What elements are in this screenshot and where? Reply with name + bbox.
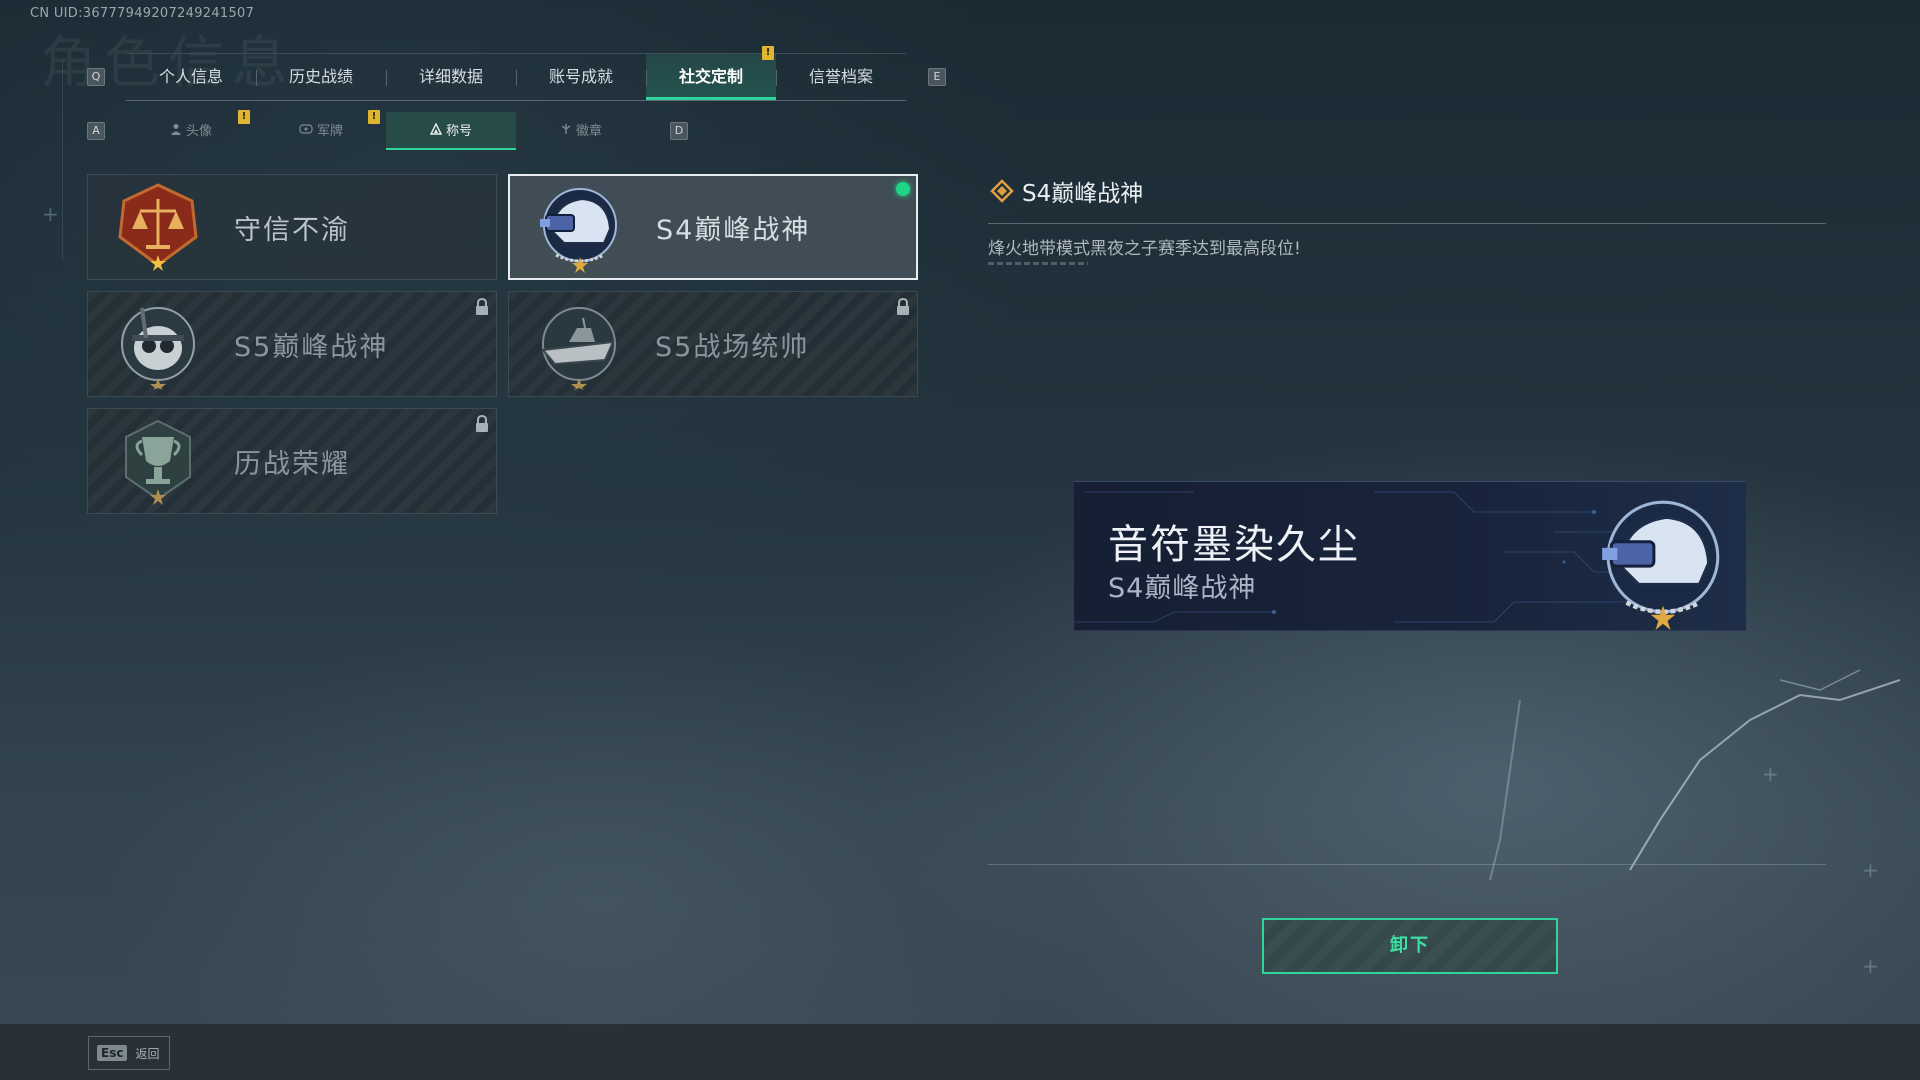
nameplate-preview: 音符墨染久尘 S4巅峰战神 xyxy=(1074,481,1746,631)
scales-emblem-icon xyxy=(112,181,204,273)
nightvision-helmet-emblem-icon xyxy=(534,181,626,273)
diver-skull-emblem-icon xyxy=(112,298,204,390)
sub-tab-label: 徽章 xyxy=(575,124,602,139)
equipped-indicator xyxy=(896,182,910,196)
lock-icon xyxy=(474,414,490,433)
notification-badge: ! xyxy=(238,110,250,124)
lock-icon xyxy=(895,297,911,316)
detail-divider xyxy=(988,223,1826,224)
preview-title: S4巅峰战神 xyxy=(1108,573,1257,604)
lock-icon xyxy=(474,297,490,316)
person-icon xyxy=(170,112,182,150)
notification-badge: ! xyxy=(368,110,380,124)
unequip-button[interactable]: 卸下 xyxy=(1262,918,1558,974)
title-card-name: S5战场统帅 xyxy=(655,331,810,363)
title-diamond-icon xyxy=(990,179,1014,203)
deco-plus-icon: + xyxy=(1862,954,1879,978)
main-tab[interactable]: 信誉档案 xyxy=(776,54,906,100)
main-tab-bar: 个人信息 历史战绩 详细数据 账号成就 社交定制! 信誉档案 xyxy=(126,46,906,101)
detail-title: S4巅峰战神 xyxy=(990,174,1143,208)
main-tab-label: 信誉档案 xyxy=(808,67,873,86)
sub-tab[interactable]: 称号 xyxy=(386,112,516,150)
deco-plus-icon: + xyxy=(42,202,59,226)
notification-badge: ! xyxy=(762,46,774,60)
sub-tab[interactable]: 头像! xyxy=(126,110,256,150)
prev-tab-key[interactable]: Q xyxy=(87,68,105,86)
detail-desc-deco xyxy=(988,262,1088,265)
main-tab[interactable]: 个人信息 xyxy=(126,54,256,100)
sub-tab[interactable]: 军牌! xyxy=(256,110,386,150)
sub-tab-label: 称号 xyxy=(445,124,472,139)
title-card[interactable]: 守信不渝 xyxy=(87,174,497,280)
main-tab-label: 账号成就 xyxy=(548,67,613,86)
preview-player-name: 音符墨染久尘 xyxy=(1108,522,1360,568)
title-card[interactable]: S4巅峰战神 xyxy=(508,174,918,280)
title-card-name: S4巅峰战神 xyxy=(656,214,811,246)
boat-emblem-icon xyxy=(533,298,625,390)
next-subtab-key[interactable]: D xyxy=(670,122,688,140)
title-card[interactable]: 历战荣耀 xyxy=(87,408,497,514)
next-tab-key[interactable]: E xyxy=(928,68,946,86)
title-icon xyxy=(429,112,443,150)
title-card[interactable]: S5巅峰战神 xyxy=(87,291,497,397)
title-card-name: 历战荣耀 xyxy=(234,448,350,480)
badge-icon xyxy=(560,112,572,150)
main-tab-label: 历史战绩 xyxy=(288,67,353,86)
sub-tab[interactable]: 徽章 xyxy=(516,112,646,150)
dogtag-icon xyxy=(299,112,313,150)
main-tab[interactable]: 详细数据 xyxy=(386,54,516,100)
main-tab[interactable]: 社交定制! xyxy=(646,46,776,100)
nightvision-helmet-emblem-icon xyxy=(1602,500,1720,630)
detail-bottom-divider xyxy=(988,864,1826,865)
esc-key: Esc xyxy=(97,1045,128,1061)
deco-line xyxy=(62,60,63,260)
main-tab[interactable]: 历史战绩 xyxy=(256,54,386,100)
main-tab-label: 社交定制 xyxy=(678,67,743,86)
lightning-deco xyxy=(1489,669,1901,881)
detail-description: 烽火地带模式黑夜之子赛季达到最高段位! xyxy=(988,239,1301,259)
sub-tab-label: 头像 xyxy=(185,124,212,139)
prev-subtab-key[interactable]: A xyxy=(87,122,105,140)
title-card-name: 守信不渝 xyxy=(234,214,350,246)
sub-tab-label: 军牌 xyxy=(316,124,343,139)
title-card[interactable]: S5战场统帅 xyxy=(508,291,918,397)
main-tab[interactable]: 账号成就 xyxy=(516,54,646,100)
footer-bar xyxy=(0,1024,1920,1080)
trophy-emblem-icon xyxy=(112,415,204,507)
back-label: 返回 xyxy=(135,1046,160,1061)
detail-title-text: S4巅峰战神 xyxy=(1022,181,1144,207)
main-tab-label: 个人信息 xyxy=(158,67,223,86)
player-uid: CN UID:36777949207249241507 xyxy=(30,6,255,21)
main-tab-label: 详细数据 xyxy=(418,67,483,86)
title-card-name: S5巅峰战神 xyxy=(234,331,389,363)
back-button[interactable]: Esc 返回 xyxy=(88,1036,170,1070)
sub-tab-bar: 头像! 军牌! 称号 徽章 xyxy=(126,110,646,150)
